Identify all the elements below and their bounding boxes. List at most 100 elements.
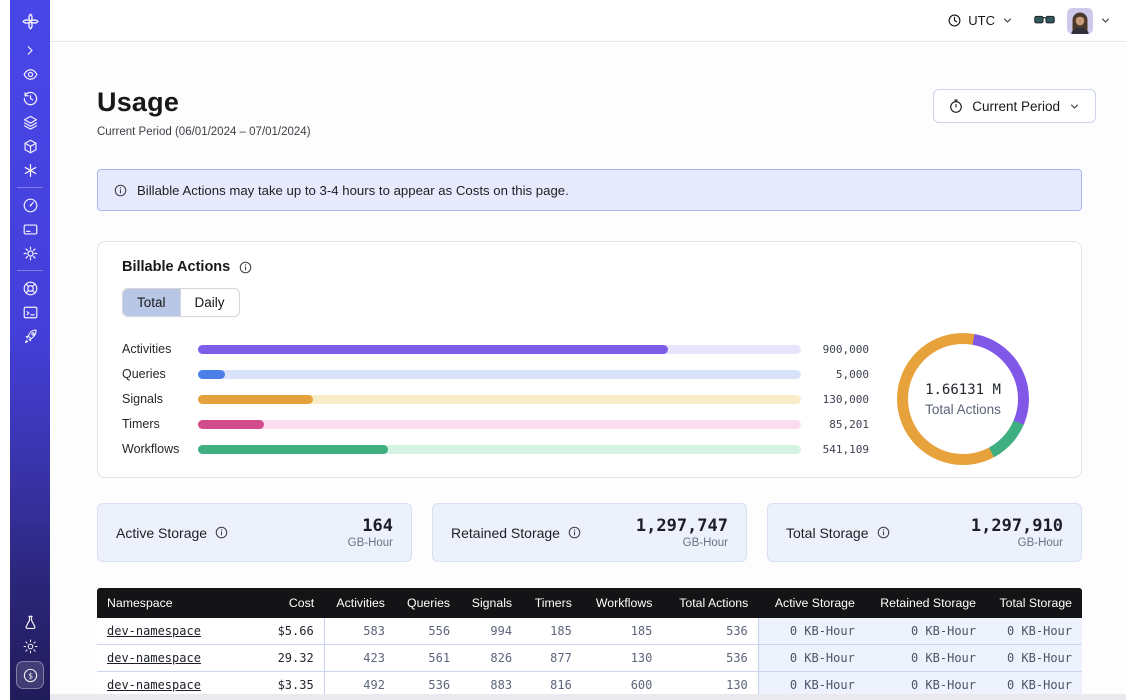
bar-track: [198, 420, 801, 429]
gauge-icon[interactable]: [17, 194, 43, 216]
storage-card-unit: GB-Hour: [348, 537, 393, 549]
total-storage-card: Total Storage 1,297,910 GB-Hour: [767, 503, 1082, 562]
terminal-icon[interactable]: [17, 301, 43, 323]
dollar-coin-icon[interactable]: $: [16, 661, 44, 689]
page-title: Usage: [97, 87, 311, 118]
timezone-picker[interactable]: UTC: [947, 13, 1014, 28]
activities-cell: 583: [324, 618, 395, 645]
retained-storage-card: Retained Storage 1,297,747 GB-Hour: [432, 503, 747, 562]
info-icon[interactable]: [876, 525, 891, 540]
topbar: UTC: [50, 0, 1126, 42]
chevron-down-icon: [1068, 100, 1081, 113]
chevron-right-icon[interactable]: [17, 39, 43, 61]
temporal-logo[interactable]: [17, 8, 43, 34]
donut-caption: Total Actions: [925, 402, 1001, 417]
chart-view-tabs: Total Daily: [122, 288, 240, 317]
bar-fill: [198, 370, 225, 379]
sidebar-divider: [17, 187, 43, 188]
bar-fill: [198, 420, 264, 429]
sidebar-divider: [17, 270, 43, 271]
bottom-scroll-strip[interactable]: [50, 694, 1126, 700]
rocket-icon[interactable]: [17, 325, 43, 347]
namespace-link[interactable]: dev-namespace: [107, 651, 201, 665]
signals-cell: 994: [460, 618, 522, 645]
bar-label: Signals: [122, 392, 186, 406]
total-storage-cell: 0 KB-Hour: [986, 618, 1082, 645]
info-banner: Billable Actions may take up to 3-4 hour…: [97, 169, 1082, 211]
sidebar-nav: $: [10, 0, 50, 700]
tab-total[interactable]: Total: [123, 289, 180, 316]
billable-actions-bar-chart: Activities 900,000 Queries 5,000 Signals 130,…: [122, 337, 869, 462]
layers-icon[interactable]: [17, 111, 43, 133]
col-header-signals: Signals: [460, 588, 522, 618]
table-row: dev-namespace29.324235618268771305360 KB…: [97, 645, 1082, 672]
bar-row: Activities 900,000: [122, 337, 869, 362]
queries-cell: 556: [395, 618, 460, 645]
bar-row: Workflows541,109: [122, 437, 869, 462]
glasses-icon[interactable]: [1034, 13, 1055, 28]
retained-storage-cell: 0 KB-Hour: [865, 645, 986, 672]
sun-icon[interactable]: [17, 635, 43, 657]
billable-actions-card: Billable Actions Total Daily Activities9…: [97, 241, 1082, 478]
bar-value: 130,000: [811, 393, 869, 406]
storage-card-label: Retained Storage: [451, 525, 560, 541]
workflows-cell: 185: [582, 618, 663, 645]
credit-card-icon[interactable]: [17, 218, 43, 240]
history-icon[interactable]: [17, 87, 43, 109]
col-header-active-storage: Active Storage: [758, 588, 865, 618]
col-header-workflows: Workflows: [582, 588, 663, 618]
cost-cell: 29.32: [250, 645, 324, 672]
col-header-total-actions: Total Actions: [662, 588, 758, 618]
storage-card-value: 164: [348, 516, 393, 536]
signals-cell: 826: [460, 645, 522, 672]
period-selector-button[interactable]: Current Period: [933, 89, 1096, 123]
flask-icon[interactable]: [17, 611, 43, 633]
storage-summary-row: Active Storage 164 GB-Hour Retained Stor…: [97, 503, 1082, 562]
col-header-cost: Cost: [250, 588, 324, 618]
bar-value: 85,201: [811, 418, 869, 431]
info-icon[interactable]: [567, 525, 582, 540]
timezone-label: UTC: [968, 13, 995, 28]
bar-row: Signals 130,000: [122, 387, 869, 412]
page-subtitle: Current Period (06/01/2024 – 07/01/2024): [97, 126, 311, 138]
storage-card-label: Total Storage: [786, 525, 869, 541]
total-actions-cell: 536: [662, 618, 758, 645]
storage-card-unit: GB-Hour: [636, 537, 728, 549]
tab-daily[interactable]: Daily: [180, 289, 239, 316]
account-menu[interactable]: [1067, 8, 1112, 34]
namespace-link[interactable]: dev-namespace: [107, 678, 201, 692]
info-icon[interactable]: [214, 525, 229, 540]
timers-cell: 185: [522, 618, 582, 645]
bar-value: 5,000: [811, 368, 869, 381]
main-content: Usage Current Period (06/01/2024 – 07/01…: [50, 43, 1126, 700]
namespace-cell: dev-namespace: [97, 645, 250, 672]
table-header-row: Namespace Cost Activities Queries Signal…: [97, 588, 1082, 618]
total-storage-cell: 0 KB-Hour: [986, 645, 1082, 672]
namespace-usage-table-wrap: Namespace Cost Activities Queries Signal…: [97, 588, 1082, 700]
namespace-link[interactable]: dev-namespace: [107, 624, 201, 638]
timers-cell: 877: [522, 645, 582, 672]
total-actions-cell: 536: [662, 645, 758, 672]
bar-row: Queries 5,000: [122, 362, 869, 387]
col-header-namespace: Namespace: [97, 588, 250, 618]
bar-label: Activities: [122, 342, 186, 356]
info-icon[interactable]: [238, 260, 253, 275]
stopwatch-icon: [948, 98, 964, 114]
lifebuoy-icon[interactable]: [17, 277, 43, 299]
storage-card-value: 1,297,910: [971, 516, 1063, 536]
cube-icon[interactable]: [17, 135, 43, 157]
bar-label: Queries: [122, 367, 186, 381]
col-header-retained-storage: Retained Storage: [865, 588, 986, 618]
bar-label: Workflows: [122, 442, 186, 456]
gear-icon[interactable]: [17, 242, 43, 264]
active-storage-cell: 0 KB-Hour: [758, 618, 865, 645]
asterisk-icon[interactable]: [17, 159, 43, 181]
usage-table-body: dev-namespace$5.665835569941851855360 KB…: [97, 618, 1082, 700]
bar-value: 900,000: [811, 343, 869, 356]
total-actions-donut-chart: 1.66131 M Total Actions: [897, 333, 1029, 465]
activities-cell: 423: [324, 645, 395, 672]
table-row: dev-namespace$5.665835569941851855360 KB…: [97, 618, 1082, 645]
bar-fill: [198, 445, 388, 454]
bar-track: [198, 445, 801, 454]
eye-icon[interactable]: [17, 63, 43, 85]
